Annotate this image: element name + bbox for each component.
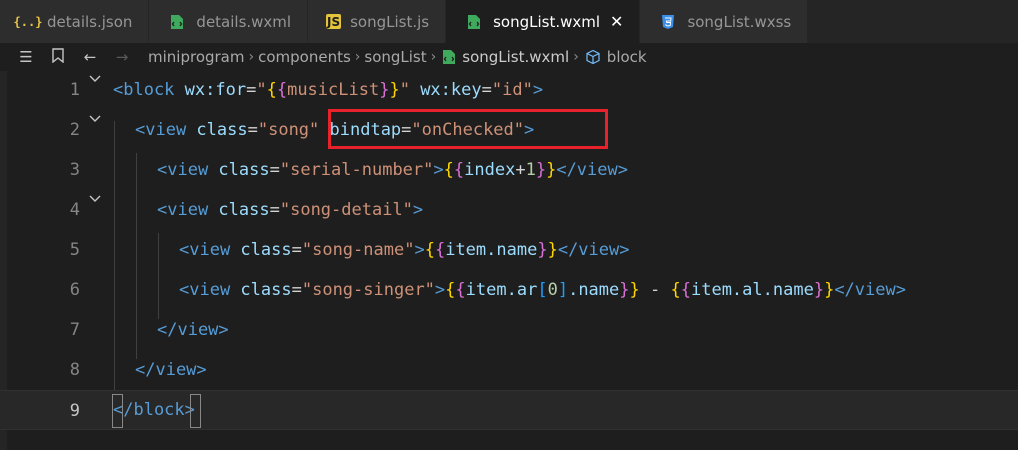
wxml-file-icon: [464, 12, 484, 32]
wxml-file-icon: [167, 12, 187, 32]
highlight-annotation-box: [328, 109, 608, 149]
tab-label: details.json: [47, 12, 133, 31]
code-line[interactable]: 4 <view class="song-detail">: [0, 190, 1018, 230]
code-text: <view class="song-name">{{item.name}}</v…: [179, 240, 630, 260]
code-line-current[interactable]: 9 </block>: [0, 390, 1018, 430]
line-number: 4: [69, 200, 80, 220]
code-text: </view>: [135, 360, 207, 380]
css-file-icon: [658, 12, 678, 32]
code-text: <view class="song-singer">{{item.ar[0].n…: [179, 280, 906, 300]
chevron-right-icon: ›: [430, 49, 437, 65]
breadcrumb: ☰ ← → miniprogram › components › songLis…: [0, 43, 1018, 71]
json-braces-icon: {..}: [13, 14, 43, 29]
js-file-icon: JS: [326, 14, 342, 29]
back-arrow-icon[interactable]: ←: [78, 48, 102, 66]
breadcrumb-item-block[interactable]: block: [607, 48, 647, 66]
line-number: 9: [69, 401, 80, 421]
line-number: 1: [69, 80, 80, 100]
tab-songlist-wxml[interactable]: songList.wxml ✕: [446, 0, 641, 43]
line-number: 8: [69, 360, 80, 380]
chevron-right-icon: ›: [573, 49, 579, 65]
tab-details-wxml[interactable]: details.wxml: [149, 0, 309, 43]
tab-label: details.wxml: [196, 12, 292, 31]
code-line[interactable]: 1 <block wx:for="{{musicList}}" wx:key="…: [0, 70, 1018, 110]
cube-icon: [585, 49, 601, 65]
breadcrumb-item-miniprogram[interactable]: miniprogram: [148, 48, 244, 66]
editor-tab-bar: {..} details.json details.wxml JS songLi…: [0, 0, 1018, 43]
tab-songlist-js[interactable]: JS songList.js: [308, 0, 447, 43]
tab-songlist-wxss[interactable]: songList.wxss: [640, 0, 809, 43]
code-text: <view class="song-detail">: [157, 200, 424, 220]
code-line[interactable]: 8 </view>: [0, 350, 1018, 390]
code-text: </view>: [157, 320, 229, 340]
forward-arrow-icon[interactable]: →: [110, 48, 134, 66]
code-line[interactable]: 7 </view>: [0, 310, 1018, 350]
line-number: 2: [69, 120, 80, 140]
breadcrumb-item-components[interactable]: components: [258, 48, 351, 66]
wxml-file-icon: [442, 49, 456, 65]
line-number: 3: [69, 160, 80, 180]
chevron-right-icon: ›: [354, 49, 361, 65]
code-line[interactable]: 3 <view class="serial-number">{{index+1}…: [0, 150, 1018, 190]
breadcrumb-item-songlist[interactable]: songList: [364, 48, 426, 66]
code-text: <block wx:for="{{musicList}}" wx:key="id…: [113, 80, 544, 100]
code-text: <view class="serial-number">{{index+1}}<…: [157, 160, 628, 180]
code-editor[interactable]: 1 <block wx:for="{{musicList}}" wx:key="…: [0, 71, 1018, 450]
chevron-down-icon[interactable]: [88, 112, 102, 130]
bracket-match-highlight: [112, 394, 123, 428]
line-number: 5: [69, 240, 80, 260]
code-line[interactable]: 6 <view class="song-singer">{{item.ar[0]…: [0, 270, 1018, 310]
tab-label: songList.js: [350, 12, 430, 31]
tab-label: songList.wxss: [687, 12, 792, 31]
close-icon[interactable]: ✕: [610, 12, 623, 31]
chevron-down-icon[interactable]: [88, 192, 102, 210]
breadcrumb-item-file[interactable]: songList.wxml: [462, 48, 569, 66]
code-text: </block>: [113, 400, 195, 420]
line-number: 6: [69, 280, 80, 300]
chevron-right-icon: ›: [248, 49, 255, 65]
tab-label: songList.wxml: [493, 12, 601, 31]
code-line[interactable]: 5 <view class="song-name">{{item.name}}<…: [0, 230, 1018, 270]
bookmark-icon[interactable]: [46, 47, 70, 67]
line-number: 7: [69, 320, 80, 340]
chevron-down-icon[interactable]: [88, 72, 102, 90]
bracket-match-highlight: [190, 394, 201, 428]
tab-details-json[interactable]: {..} details.json: [0, 0, 150, 43]
list-icon[interactable]: ☰: [14, 48, 38, 66]
